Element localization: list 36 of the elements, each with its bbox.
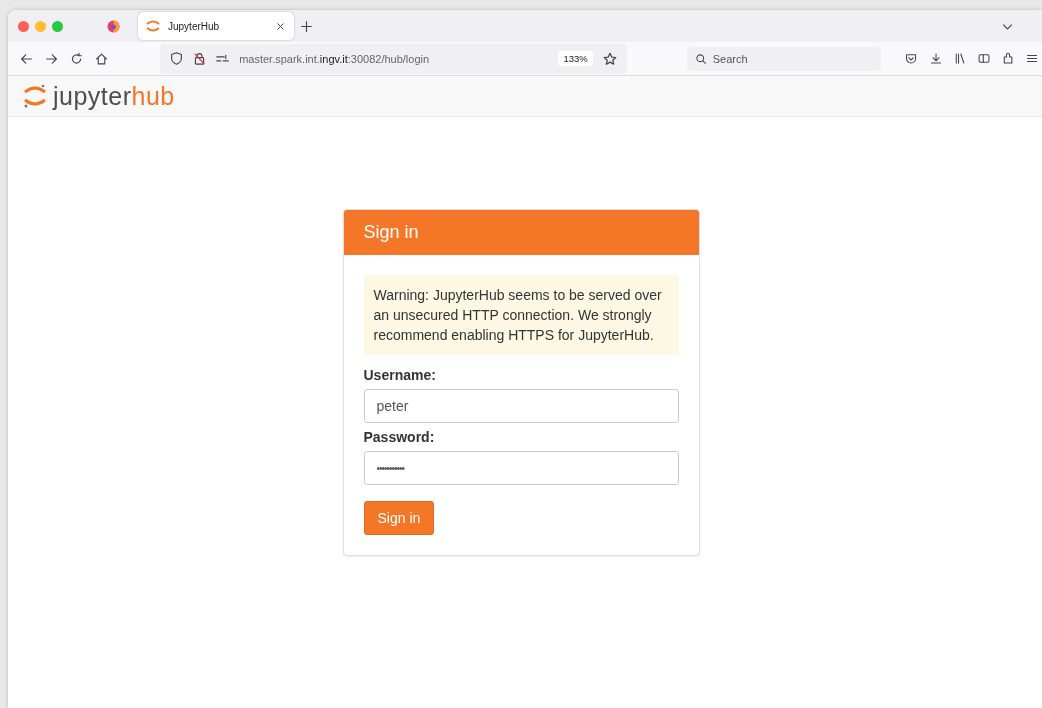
tab-title: JupyterHub (168, 20, 221, 32)
home-icon[interactable] (95, 51, 109, 66)
reload-icon[interactable] (70, 51, 84, 66)
username-label: Username: (363, 367, 437, 383)
username-field[interactable]: peter (363, 389, 679, 423)
card-title: Sign in (343, 210, 699, 255)
browser-tab[interactable]: JupyterHub (138, 12, 294, 40)
menu-icon[interactable] (1025, 52, 1038, 65)
jupyter-logo-icon (146, 20, 160, 32)
logo-text: hub (131, 81, 175, 110)
permissions-icon[interactable] (216, 52, 230, 65)
insecure-lock-icon[interactable] (193, 52, 207, 65)
jupyter-logo-icon (23, 83, 47, 109)
forward-icon[interactable] (45, 51, 59, 66)
password-field[interactable]: ••••••••••• (363, 451, 679, 485)
bookmark-star-icon[interactable] (602, 51, 617, 66)
new-tab-icon[interactable] (300, 19, 313, 33)
back-icon[interactable] (20, 51, 34, 66)
address-bar[interactable]: master.spark.int.ingv.it:30082/hub/login 133% (160, 43, 627, 74)
close-window-button[interactable] (18, 20, 29, 32)
password-label: Password: (363, 429, 436, 445)
search-placeholder: Search (712, 52, 748, 65)
search-icon[interactable] (694, 52, 707, 65)
search-field[interactable]: Search (686, 46, 882, 71)
browser-logo-icon[interactable] (107, 19, 120, 33)
logo-text: jupyter (53, 81, 132, 110)
extensions-icon[interactable] (1001, 52, 1014, 65)
sidebar-icon[interactable] (977, 52, 990, 65)
close-icon[interactable] (275, 20, 286, 32)
warning-message: Warning: JupyterHub seems to be served over an unsecured HTTP connection. We strongly recommend enabling HTTPS for JupyterHub. (363, 275, 679, 355)
download-icon[interactable] (929, 52, 942, 65)
library-icon[interactable] (953, 52, 966, 65)
url-text: master.spark.int.ingv.it:30082/hub/login (239, 52, 431, 65)
shield-icon[interactable] (170, 52, 184, 65)
zoom-level-button[interactable]: 133% (558, 51, 593, 66)
pocket-icon[interactable] (905, 52, 918, 65)
